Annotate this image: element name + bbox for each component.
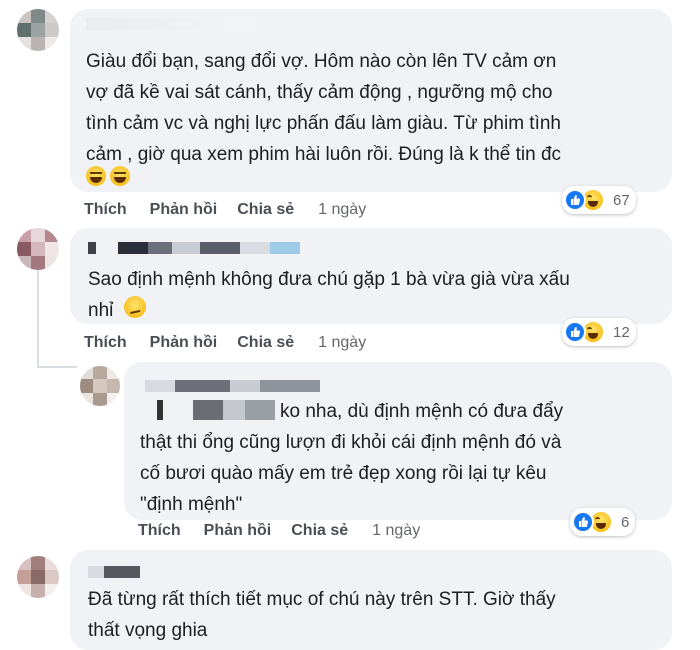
comment-time[interactable]: 1 ngày (318, 334, 366, 352)
comment-text: ko nha, dù định mệnh có đưa đẩy (280, 401, 564, 422)
avatar[interactable] (80, 366, 120, 406)
avatar[interactable] (17, 9, 59, 51)
avatar[interactable] (17, 228, 59, 270)
thread-line (37, 268, 39, 368)
like-button[interactable]: Thích (138, 522, 181, 540)
reaction-count: 6 (621, 513, 630, 531)
comment-actions: Thích Phản hồi Chia sẻ 1 ngày (84, 201, 366, 219)
share-button[interactable]: Chia sẻ (237, 201, 294, 219)
comment-time[interactable]: 1 ngày (372, 522, 420, 540)
reply-button[interactable]: Phản hồi (150, 334, 218, 352)
avatar[interactable] (17, 556, 59, 598)
name-bar-redacted (88, 566, 140, 578)
share-button[interactable]: Chia sẻ (237, 334, 294, 352)
name-bar-redacted (88, 242, 300, 254)
comment-time[interactable]: 1 ngày (318, 201, 366, 219)
smirk-emoji-icon (124, 296, 146, 318)
comment-text: thật thi ổng cũng lượn đi khỏi cái định … (140, 432, 562, 515)
reaction-count: 67 (613, 191, 630, 209)
like-button[interactable]: Thích (84, 201, 127, 219)
comment-actions: Thích Phản hồi Chia sẻ 1 ngày (138, 522, 420, 540)
comment-text: Sao định mệnh không đưa chú gặp 1 bà vừa… (88, 269, 570, 321)
like-button[interactable]: Thích (84, 334, 127, 352)
reaction-summary[interactable]: 67 (562, 186, 636, 214)
name-bar-redacted (145, 400, 275, 420)
thread-line (37, 366, 77, 368)
reply-button[interactable]: Phản hồi (204, 522, 272, 540)
reaction-summary[interactable]: 6 (570, 508, 636, 536)
like-reaction-icon (564, 321, 586, 343)
reaction-count: 12 (613, 323, 630, 341)
grinning-emoji-icon (86, 166, 106, 186)
comment-emojis (86, 166, 134, 186)
reaction-summary[interactable]: 12 (562, 318, 636, 346)
name-bar-redacted (86, 18, 256, 30)
like-reaction-icon (564, 189, 586, 211)
comment-text: Giàu đổi bạn, sang đổi vợ. Hôm nào còn l… (86, 51, 562, 165)
like-reaction-icon (572, 511, 594, 533)
reply-button[interactable]: Phản hồi (150, 201, 218, 219)
share-button[interactable]: Chia sẻ (291, 522, 348, 540)
comment-actions: Thích Phản hồi Chia sẻ 1 ngày (84, 334, 366, 352)
grinning-emoji-icon (110, 166, 130, 186)
comment-text: Đã từng rất thích tiết mục of chú này tr… (88, 589, 556, 641)
name-bar-redacted (145, 380, 320, 392)
